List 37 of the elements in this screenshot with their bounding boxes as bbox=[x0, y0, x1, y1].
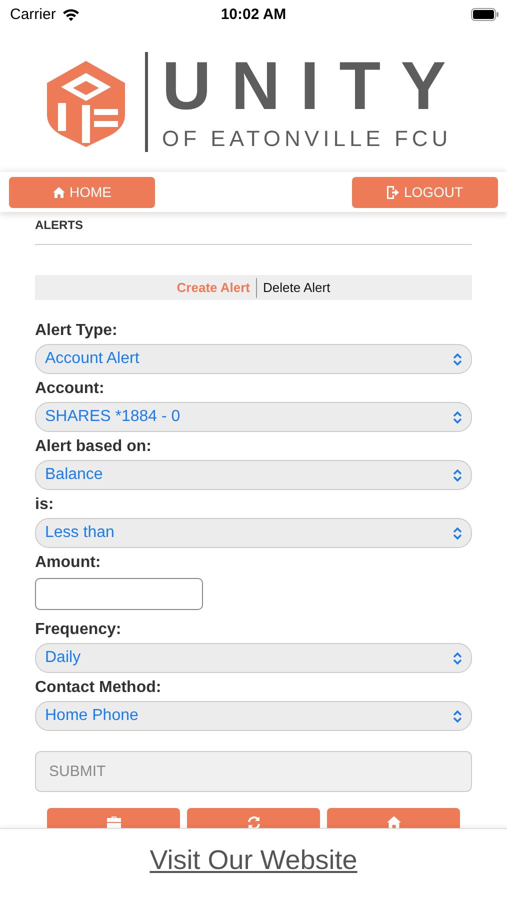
logout-icon bbox=[386, 186, 399, 198]
clock-time: 10:02 AM bbox=[220, 6, 286, 22]
chevron-icon bbox=[453, 352, 462, 366]
home-icon bbox=[52, 186, 64, 198]
chevron-icon bbox=[453, 526, 462, 540]
logo-title: UNITY bbox=[162, 52, 466, 120]
home-button[interactable]: HOME bbox=[9, 176, 155, 208]
briefcase-icon bbox=[106, 816, 120, 828]
tab[interactable]: Create Alert bbox=[170, 278, 256, 298]
wifi-icon bbox=[62, 8, 80, 20]
field-label: Alert Type: bbox=[35, 321, 118, 341]
refresh-icon bbox=[246, 816, 260, 828]
select-field[interactable]: Home Phone bbox=[35, 701, 472, 731]
chevron-icon bbox=[453, 710, 462, 722]
battery-icon bbox=[471, 8, 499, 20]
tab[interactable]: Delete Alert bbox=[256, 278, 336, 298]
logo-subtitle: OF EATONVILLE FCU bbox=[162, 126, 452, 152]
section-title: ALERTS bbox=[35, 212, 472, 245]
select-field[interactable]: Less than bbox=[35, 518, 472, 548]
input-field[interactable] bbox=[35, 578, 203, 610]
field-label: Frequency: bbox=[35, 620, 122, 640]
select-field[interactable]: Daily bbox=[35, 643, 472, 673]
chevron-icon bbox=[453, 410, 462, 424]
field-label: Amount: bbox=[35, 553, 102, 573]
field-label: Contact Method: bbox=[35, 678, 162, 698]
carrier-label: Carrier bbox=[10, 6, 56, 22]
field-label: is: bbox=[35, 495, 55, 515]
chevron-icon bbox=[453, 652, 462, 664]
logout-button[interactable]: LOGOUT bbox=[352, 176, 498, 208]
field-label: Alert based on: bbox=[35, 437, 152, 457]
website-link[interactable]: Visit Our Website bbox=[150, 845, 358, 876]
select-field[interactable]: SHARES *1884 - 0 bbox=[35, 402, 472, 432]
home-icon bbox=[386, 816, 400, 828]
field-label: Account: bbox=[35, 379, 106, 399]
select-field[interactable]: Account Alert bbox=[35, 344, 472, 374]
select-field[interactable]: Balance bbox=[35, 460, 472, 490]
chevron-icon bbox=[453, 468, 462, 482]
